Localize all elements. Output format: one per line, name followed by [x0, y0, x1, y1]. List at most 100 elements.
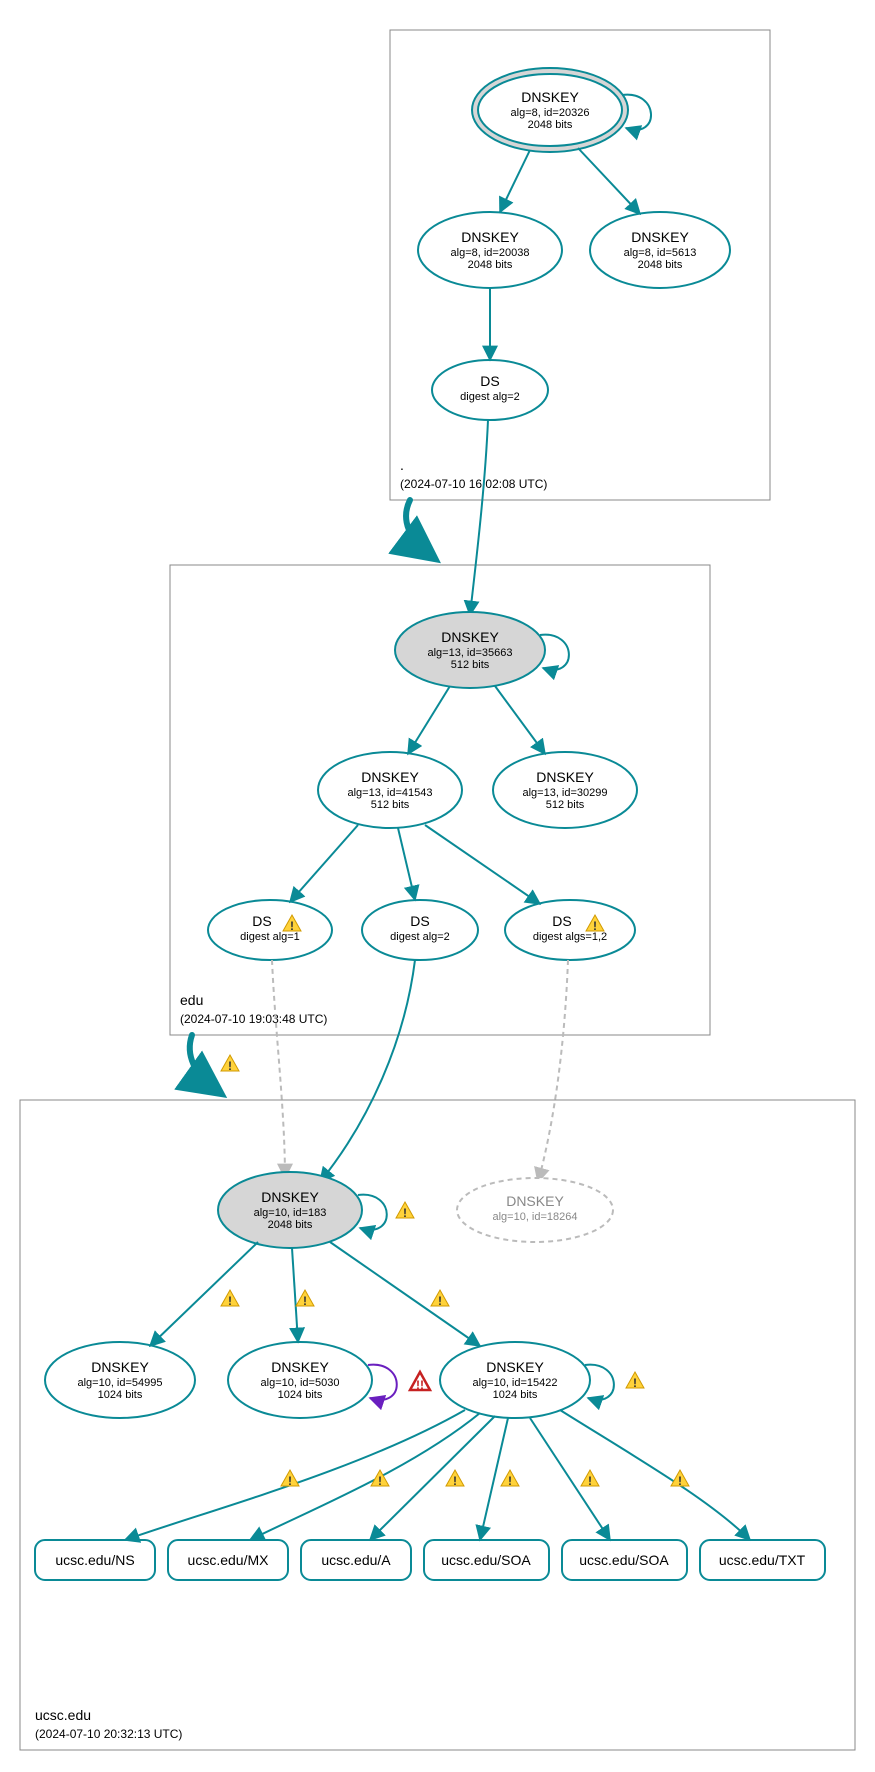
edge-ucscksk-zsk1	[150, 1242, 258, 1346]
svg-text:!: !	[403, 1206, 407, 1220]
svg-text:2048 bits: 2048 bits	[638, 259, 683, 271]
zone-edu-ts: (2024-07-10 19:03:48 UTC)	[180, 1012, 327, 1026]
node-edu-ds1[interactable]: DS digest alg=1	[208, 900, 332, 960]
svg-text:512 bits: 512 bits	[546, 799, 585, 811]
svg-text:!: !	[290, 919, 294, 933]
svg-text:DS: DS	[410, 913, 429, 929]
edge-rootds-eduksk	[470, 420, 488, 615]
svg-text:!: !	[633, 1376, 637, 1390]
edge-rootksk-zsk2	[578, 148, 640, 214]
edge-eduzsk1-ds1	[290, 825, 358, 902]
svg-text:alg=10, id=18264: alg=10, id=18264	[492, 1211, 577, 1223]
edge-eduds2-ucscksk	[320, 960, 415, 1182]
node-root-zsk2[interactable]: DNSKEY alg=8, id=5613 2048 bits	[590, 212, 730, 288]
svg-text:ucsc.edu/NS: ucsc.edu/NS	[55, 1552, 134, 1568]
zone-root-ts: (2024-07-10 16:02:08 UTC)	[400, 477, 547, 491]
svg-text:!: !	[228, 1059, 232, 1073]
edge-ucscksk-zsk3	[330, 1242, 480, 1346]
svg-text:1024 bits: 1024 bits	[278, 1389, 323, 1401]
svg-text:!!: !!	[416, 1378, 424, 1392]
delegation-root-edu	[406, 500, 430, 555]
edge-zsk3-soa2	[530, 1418, 610, 1540]
svg-text:alg=10, id=54995: alg=10, id=54995	[77, 1377, 162, 1389]
warn-e1[interactable]: !	[221, 1290, 239, 1308]
svg-text:1024 bits: 1024 bits	[98, 1389, 143, 1401]
svg-text:!: !	[678, 1474, 682, 1488]
edge-eduzsk1-ds2	[398, 828, 415, 900]
svg-text:DNSKEY: DNSKEY	[536, 769, 594, 785]
node-edu-zsk1[interactable]: DNSKEY alg=13, id=41543 512 bits	[318, 752, 462, 828]
node-ucsc-zsk1[interactable]: DNSKEY alg=10, id=54995 1024 bits	[45, 1342, 195, 1418]
rr-txt[interactable]: ucsc.edu/TXT	[700, 1540, 825, 1580]
svg-text:!: !	[588, 1474, 592, 1488]
svg-text:512 bits: 512 bits	[451, 659, 490, 671]
node-root-ds[interactable]: DS digest alg=2	[432, 360, 548, 420]
svg-text:!: !	[438, 1294, 442, 1308]
edge-zsk3-mx	[250, 1413, 480, 1540]
svg-text:!: !	[508, 1474, 512, 1488]
rr-soa2[interactable]: ucsc.edu/SOA	[562, 1540, 687, 1580]
rr-soa1[interactable]: ucsc.edu/SOA	[424, 1540, 549, 1580]
svg-text:ucsc.edu/MX: ucsc.edu/MX	[188, 1552, 270, 1568]
svg-text:digest alg=2: digest alg=2	[390, 931, 450, 943]
svg-text:!: !	[453, 1474, 457, 1488]
svg-text:DNSKEY: DNSKEY	[91, 1359, 149, 1375]
svg-text:alg=13, id=35663: alg=13, id=35663	[427, 647, 512, 659]
zone-edu-label: edu	[180, 992, 203, 1008]
rr-a[interactable]: ucsc.edu/A	[301, 1540, 411, 1580]
svg-text:alg=13, id=30299: alg=13, id=30299	[522, 787, 607, 799]
warn-r4[interactable]: !	[581, 1470, 599, 1488]
svg-text:512 bits: 512 bits	[371, 799, 410, 811]
warn-r5[interactable]: !	[671, 1470, 689, 1488]
svg-text:!: !	[593, 919, 597, 933]
svg-text:ucsc.edu/SOA: ucsc.edu/SOA	[579, 1552, 669, 1568]
dnssec-graph: . (2024-07-10 16:02:08 UTC) DNSKEY alg=8…	[10, 10, 865, 1762]
node-root-zsk1[interactable]: DNSKEY alg=8, id=20038 2048 bits	[418, 212, 562, 288]
node-edu-ds2[interactable]: DS digest alg=2	[362, 900, 478, 960]
svg-text:DNSKEY: DNSKEY	[441, 629, 499, 645]
warn-e2[interactable]: !	[296, 1290, 314, 1308]
svg-text:!: !	[228, 1294, 232, 1308]
svg-text:2048 bits: 2048 bits	[468, 259, 513, 271]
edge-ucscksk-zsk2	[292, 1248, 298, 1342]
rr-ns[interactable]: ucsc.edu/NS	[35, 1540, 155, 1580]
svg-text:ucsc.edu/A: ucsc.edu/A	[321, 1552, 391, 1568]
node-ucsc-ghost[interactable]: DNSKEY alg=10, id=18264	[457, 1178, 613, 1242]
svg-text:DNSKEY: DNSKEY	[521, 89, 579, 105]
svg-text:alg=8, id=20038: alg=8, id=20038	[451, 247, 530, 259]
warn-e3[interactable]: !	[431, 1290, 449, 1308]
svg-text:2048 bits: 2048 bits	[268, 1219, 313, 1231]
node-edu-ksk[interactable]: DNSKEY alg=13, id=35663 512 bits	[395, 612, 545, 688]
delegation-edu-ucsc	[190, 1035, 216, 1090]
edge-eduzsk1-ds3	[425, 825, 540, 904]
warn-ucscksk-self[interactable]: !	[396, 1202, 414, 1220]
svg-text:alg=10, id=5030: alg=10, id=5030	[261, 1377, 340, 1389]
node-ucsc-ksk[interactable]: DNSKEY alg=10, id=183 2048 bits	[218, 1172, 362, 1248]
svg-text:alg=13, id=41543: alg=13, id=41543	[347, 787, 432, 799]
warn-r3[interactable]: !	[446, 1470, 464, 1488]
svg-text:digest alg=2: digest alg=2	[460, 391, 520, 403]
svg-text:alg=8, id=5613: alg=8, id=5613	[624, 247, 697, 259]
svg-text:DNSKEY: DNSKEY	[261, 1189, 319, 1205]
edge-eduds3-ucscghost	[538, 960, 568, 1182]
err-ucsczsk2[interactable]: !!	[410, 1372, 430, 1392]
svg-text:DNSKEY: DNSKEY	[361, 769, 419, 785]
node-ucsc-zsk3[interactable]: DNSKEY alg=10, id=15422 1024 bits	[440, 1342, 590, 1418]
zone-root-label: .	[400, 457, 404, 473]
warn-ucsczsk3-self[interactable]: !	[626, 1372, 644, 1390]
svg-text:1024 bits: 1024 bits	[493, 1389, 538, 1401]
edge-zsk3-soa1	[480, 1418, 508, 1540]
rr-mx[interactable]: ucsc.edu/MX	[168, 1540, 288, 1580]
svg-text:alg=10, id=183: alg=10, id=183	[254, 1207, 327, 1219]
node-ucsc-zsk2[interactable]: DNSKEY alg=10, id=5030 1024 bits	[228, 1342, 372, 1418]
zone-ucsc-ts: (2024-07-10 20:32:13 UTC)	[35, 1727, 182, 1741]
node-root-ksk[interactable]: DNSKEY alg=8, id=20326 2048 bits	[472, 68, 628, 152]
warn-r1[interactable]: !	[281, 1470, 299, 1488]
edge-eduds1-ucscksk	[272, 960, 285, 1178]
warn-delegation[interactable]: !	[221, 1055, 239, 1073]
svg-text:!: !	[288, 1474, 292, 1488]
node-edu-zsk2[interactable]: DNSKEY alg=13, id=30299 512 bits	[493, 752, 637, 828]
edge-zsk3-a	[370, 1416, 495, 1540]
node-edu-ds3[interactable]: DS digest algs=1,2	[505, 900, 635, 960]
warn-r3b[interactable]: !	[501, 1470, 519, 1488]
